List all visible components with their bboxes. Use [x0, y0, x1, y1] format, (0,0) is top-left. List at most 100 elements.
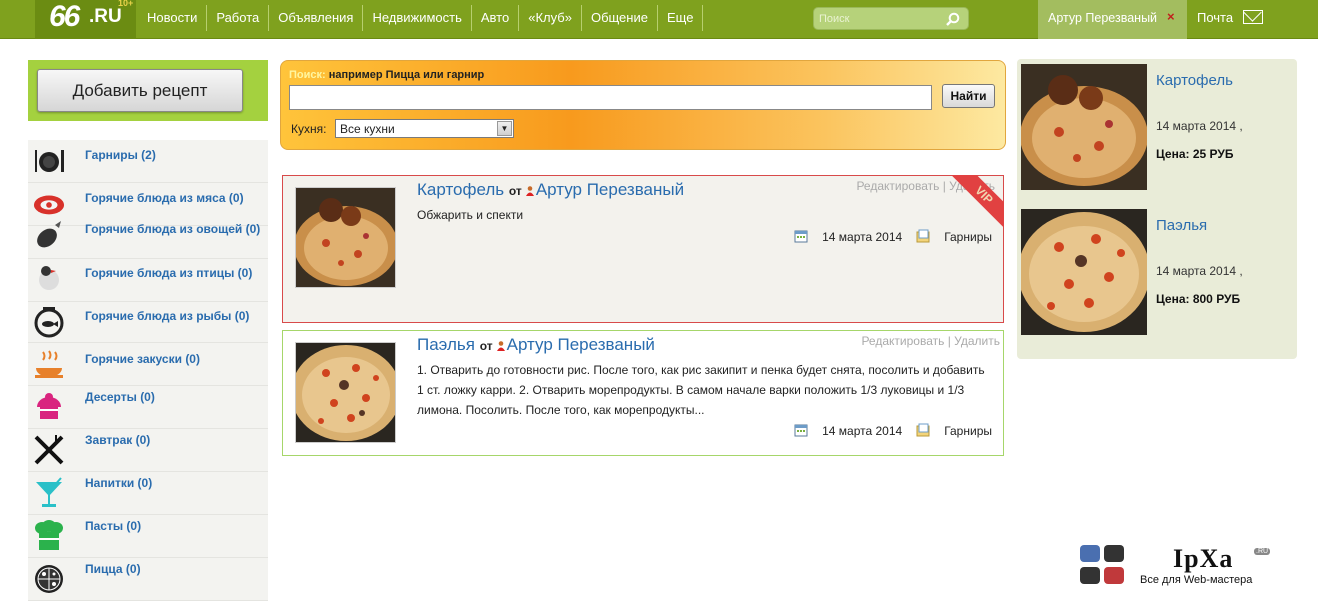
featured-price: Цена: 25 РУБ	[1156, 147, 1234, 161]
cuisine-select[interactable]: Все кухни ▼	[335, 119, 514, 138]
recipe-card: Паэлья от Артур Перезваный Редактировать …	[282, 330, 1004, 456]
recipe-title-link[interactable]: Паэлья	[417, 335, 475, 354]
category-item[interactable]: Горячие блюда из овощей (0)	[28, 214, 268, 259]
search-hint: например Пицца или гарнир	[328, 69, 485, 81]
pasta-icon	[33, 520, 65, 552]
category-item[interactable]: Завтрак (0)	[28, 429, 268, 472]
logout-icon[interactable]: ×	[1167, 9, 1175, 24]
nav-club[interactable]: «Клуб»	[519, 5, 582, 31]
calendar-icon	[794, 230, 808, 243]
hot-dish-icon	[33, 348, 65, 380]
nav-auto[interactable]: Авто	[472, 5, 520, 31]
user-box: Артур Перезваный ×	[1038, 0, 1187, 39]
main-nav: Новости Работа Объявления Недвижимость А…	[138, 5, 704, 31]
category-item[interactable]: Десерты (0)	[28, 386, 268, 429]
site-search-input[interactable]	[819, 11, 939, 26]
category-label: Горячие закуски (0)	[85, 352, 200, 366]
search-icon[interactable]	[946, 12, 960, 26]
folder-icon	[916, 423, 930, 437]
recipe-card: Картофель от Артур Перезваный Редактирова…	[282, 175, 1004, 323]
recipe-thumbnail[interactable]	[295, 342, 396, 443]
category-label: Десерты (0)	[85, 390, 155, 404]
recipe-date: 14 марта 2014	[822, 230, 903, 244]
separator: |	[942, 179, 946, 193]
recipe-date: 14 марта 2014	[822, 424, 903, 438]
chevron-down-icon[interactable]: ▼	[497, 121, 512, 136]
category-item[interactable]: Горячие закуски (0)	[28, 343, 268, 386]
recipe-meta: 14 марта 2014 Гарниры	[780, 229, 992, 244]
add-recipe-box: Добавить рецепт	[28, 60, 268, 121]
user-name-link[interactable]: Артур Перезваный	[1048, 11, 1157, 25]
separator: |	[947, 334, 951, 348]
logo-square-icon	[1080, 567, 1100, 584]
featured-title-link[interactable]: Паэлья	[1156, 217, 1207, 234]
search-label: Поиск: например Пицца или гарнир	[289, 69, 484, 81]
category-item[interactable]: Пицца (0)	[28, 558, 268, 601]
logo-years: 10+	[118, 0, 134, 8]
recipe-description: 1. Отварить до готовности рис. После тог…	[417, 363, 985, 417]
featured-thumbnail[interactable]	[1021, 209, 1147, 335]
logo-number: 66	[49, 0, 80, 33]
recipe-title-link[interactable]: Картофель	[417, 180, 504, 199]
nav-jobs[interactable]: Работа	[207, 5, 270, 31]
folder-icon	[916, 229, 930, 243]
featured-date: 14 марта 2014 ,	[1156, 264, 1243, 278]
author-link[interactable]: Артур Перезваный	[536, 180, 684, 199]
logo-domain: .RU	[89, 6, 122, 27]
nav-ads[interactable]: Объявления	[269, 5, 364, 31]
recipe-description: Обжарить и спекти	[417, 208, 524, 222]
recipe-thumbnail[interactable]	[295, 187, 396, 288]
featured-title-link[interactable]: Картофель	[1156, 72, 1233, 89]
category-item[interactable]: Горячие блюда из птицы (0)	[28, 257, 268, 302]
edit-link[interactable]: Редактировать	[861, 334, 944, 348]
cuisine-selected: Все кухни	[340, 122, 395, 136]
site-logo[interactable]: 66 .RU 10+	[35, 0, 136, 39]
category-label: Завтрак (0)	[85, 433, 151, 447]
chicken-icon	[33, 262, 65, 294]
cutlery-icon	[33, 434, 65, 466]
fishbowl-icon	[33, 305, 65, 338]
mail-link[interactable]: Почта	[1197, 10, 1263, 25]
find-button[interactable]: Найти	[942, 84, 995, 108]
category-item[interactable]: Напитки (0)	[28, 472, 268, 515]
featured-thumbnail[interactable]	[1021, 64, 1147, 190]
watermark-tld: .RU	[1254, 548, 1271, 555]
add-recipe-button[interactable]: Добавить рецепт	[37, 69, 243, 112]
author-link[interactable]: Артур Перезваный	[507, 335, 655, 354]
nav-social[interactable]: Общение	[582, 5, 658, 31]
mail-label: Почта	[1197, 10, 1234, 25]
cupcake-icon	[33, 391, 65, 423]
calendar-icon	[794, 424, 808, 437]
user-icon	[496, 341, 505, 351]
user-icon	[525, 186, 534, 196]
nav-realty[interactable]: Недвижимость	[363, 5, 472, 31]
category-item[interactable]: Гарниры (2)	[28, 140, 268, 183]
recipe-heading: Паэлья от Артур Перезваный	[417, 335, 655, 355]
pizza-icon	[33, 563, 65, 595]
ipxa-watermark: IpXa .RU Все для Web-мастера	[1078, 543, 1278, 593]
recipe-category-link[interactable]: Гарниры	[944, 230, 992, 244]
eggplant-icon	[33, 219, 65, 251]
by-label: от	[508, 184, 522, 198]
category-label: Напитки (0)	[85, 476, 153, 490]
delete-link[interactable]: Удалить	[954, 334, 1000, 348]
featured-panel: Картофель 14 марта 2014 , Цена: 25 РУБ П…	[1017, 59, 1297, 359]
category-label: Горячие блюда из овощей (0)	[85, 222, 261, 236]
edit-link[interactable]: Редактировать	[856, 179, 939, 193]
nav-news[interactable]: Новости	[138, 5, 208, 31]
category-item[interactable]: Пасты (0)	[28, 515, 268, 558]
cuisine-label: Кухня:	[291, 122, 327, 136]
category-item[interactable]: Горячие блюда из рыбы (0)	[28, 300, 268, 343]
recipe-search-input[interactable]	[289, 85, 932, 110]
featured-item: Паэлья 14 марта 2014 , Цена: 800 РУБ	[1021, 209, 1291, 336]
nav-more[interactable]: Еще	[658, 5, 704, 31]
category-list: Гарниры (2) Горячие блюда из мяса (0) Го…	[28, 140, 268, 601]
recipe-category-link[interactable]: Гарниры	[944, 424, 992, 438]
cocktail-icon	[33, 477, 65, 509]
featured-price: Цена: 800 РУБ	[1156, 292, 1241, 306]
by-label: от	[479, 339, 493, 353]
category-label: Горячие блюда из мяса (0)	[85, 191, 244, 205]
top-bar: 66 .RU 10+ Новости Работа Объявления Нед…	[0, 0, 1318, 39]
search-label-prefix: Поиск:	[289, 69, 326, 81]
category-label: Гарниры (2)	[85, 148, 156, 162]
